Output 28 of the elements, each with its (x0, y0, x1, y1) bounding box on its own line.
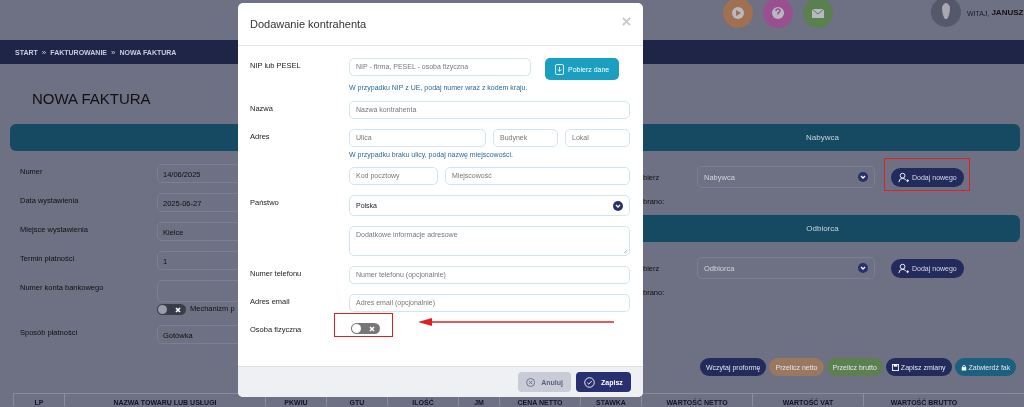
close-icon[interactable] (622, 16, 631, 26)
save-icon (891, 363, 899, 371)
x-icon (175, 306, 181, 313)
toggle-switch[interactable] (157, 304, 186, 315)
avatar-icon[interactable] (931, 0, 961, 27)
download-document-icon (555, 63, 564, 75)
add-user-icon (898, 171, 909, 183)
cancel-icon (526, 376, 536, 388)
chevron-down-icon (858, 172, 868, 182)
help-icon[interactable] (763, 0, 793, 28)
chevron-down-icon (613, 200, 623, 211)
check-circle-icon (584, 376, 595, 388)
mail-icon[interactable] (803, 0, 833, 28)
toggle-switch[interactable] (351, 323, 380, 334)
chevron-down-icon (858, 263, 868, 273)
x-icon (369, 325, 375, 332)
highlight-box (334, 313, 393, 337)
breadcrumb-separator: » (41, 47, 47, 57)
dialog-title: Dodawanie kontrahenta (250, 18, 367, 30)
page-title: NOWA FAKTURA (32, 90, 151, 107)
play-icon[interactable] (723, 0, 753, 28)
add-user-icon (898, 262, 909, 274)
section-title: Nabywca (805, 133, 840, 142)
breadcrumb-separator: » (111, 47, 116, 57)
resize-grip-icon (623, 249, 628, 254)
user-name[interactable]: JANUSZ (991, 8, 1024, 17)
section-title: Odbiorca (806, 224, 839, 233)
lock-icon (960, 363, 967, 371)
